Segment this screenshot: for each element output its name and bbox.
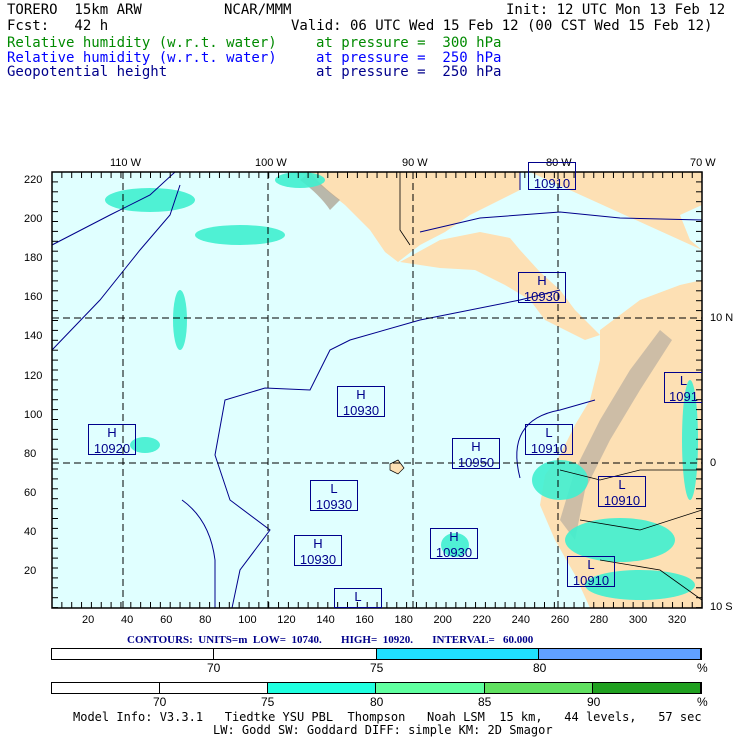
colorbar-label: 75 — [370, 661, 384, 675]
rh300-colorbar — [51, 682, 702, 694]
pressure-center: L 10910 — [525, 424, 573, 455]
x-axis-label: 80 — [199, 614, 212, 626]
colorbar-label: % — [697, 661, 708, 675]
center-value: 10930 — [299, 552, 337, 566]
colorbar-segment — [160, 683, 269, 693]
x-axis-label: 120 — [277, 614, 296, 626]
center-type: H — [107, 425, 117, 440]
lat-label: 10 N — [710, 312, 734, 324]
y-axis-label: 140 — [24, 330, 43, 343]
y-axis-label: 40 — [24, 525, 37, 538]
center-type: H — [313, 536, 323, 551]
center-type: L — [679, 373, 688, 388]
pressure-center: L10930 — [310, 480, 358, 511]
center-type: L — [618, 477, 626, 492]
x-axis-label: 240 — [511, 614, 531, 626]
pressure-center: L10930 — [334, 588, 382, 608]
colorbar-segment — [484, 683, 593, 693]
colorbar-label: 80 — [370, 695, 384, 709]
center-value: 10910 — [572, 573, 610, 587]
center-value: 10920 — [93, 441, 131, 455]
lon-label: 70 W — [690, 157, 716, 169]
center-value: 10910 — [533, 176, 571, 190]
pressure-center: H 10930 — [430, 528, 478, 559]
x-axis-label: 260 — [550, 614, 570, 626]
center-value: 1091 — [669, 389, 698, 403]
y-axis-label: 60 — [24, 486, 37, 499]
pressure-center: H 10920 — [88, 424, 136, 455]
colorbar-label: 75 — [261, 695, 275, 709]
model-physics: LW: Godd SW: Goddard DIFF: simple KM: 2D… — [213, 723, 553, 737]
pressure-center: H 10930 — [294, 535, 342, 566]
center-type: L — [330, 481, 338, 496]
colorbar-label: 90 — [587, 695, 601, 709]
colorbar-label: 70 — [207, 661, 221, 675]
lon-label: 100 W — [255, 157, 287, 169]
center-type: H — [356, 387, 366, 402]
center-value: 10930 — [523, 289, 561, 303]
center-value: 10930 — [342, 403, 380, 417]
center-type: L — [587, 557, 595, 572]
weather-map — [51, 171, 703, 609]
center-value: 10950 — [457, 455, 495, 469]
x-axis-label: 280 — [589, 614, 609, 626]
x-axis-label: 20 — [82, 614, 95, 626]
x-axis-label: 320 — [667, 614, 687, 626]
x-axis-label: 100 — [238, 614, 257, 626]
x-axis-label: 300 — [628, 614, 648, 626]
lon-label: 90 W — [402, 157, 428, 169]
x-axis-label: 180 — [394, 614, 413, 626]
center-value: 10930 — [340, 605, 376, 607]
center-type: H — [471, 439, 481, 454]
center-type: L — [354, 589, 362, 604]
contour-info: CONTOURS: UNITS=m LOW= 10740. HIGH= 1092… — [127, 634, 534, 646]
pressure-center: H 10950 — [452, 438, 500, 469]
colorbar-label: 80 — [533, 661, 547, 675]
colorbar-segment — [376, 683, 485, 693]
colorbar-label: % — [697, 695, 708, 709]
y-axis-label: 180 — [24, 252, 43, 265]
x-axis-label: 60 — [160, 614, 173, 626]
y-axis-label: 100 — [24, 408, 43, 421]
center-value: 10930 — [315, 497, 353, 511]
x-axis-label: 200 — [433, 614, 452, 626]
y-axis-label: 200 — [24, 213, 43, 226]
pressure-center: L 1091 — [664, 372, 702, 403]
y-axis-label: 220 — [24, 174, 43, 186]
y-axis-label: 120 — [24, 369, 43, 382]
x-axis-label: 40 — [121, 614, 134, 626]
colorbar-segment — [376, 649, 539, 659]
center-type: L — [545, 425, 553, 440]
rh250-colorbar — [51, 648, 702, 660]
y-axis-label: 20 — [24, 565, 37, 577]
lat-label: 0 — [710, 457, 717, 469]
colorbar-label: 85 — [478, 695, 492, 709]
pressure-center: H 10930 — [518, 272, 566, 303]
center-value: 10930 — [435, 545, 473, 559]
center-type: H — [537, 273, 547, 288]
colorbar-segment — [52, 683, 161, 693]
pressure-center: H10910 — [528, 162, 576, 190]
x-axis-label: 140 — [316, 614, 335, 626]
center-value: 10910 — [530, 441, 568, 455]
pressure-center: L 10910 — [598, 476, 646, 507]
pressure-center: L 10910 — [567, 556, 615, 587]
colorbar-segment — [592, 683, 701, 693]
colorbar-segment — [52, 649, 215, 659]
center-type: H — [449, 529, 459, 544]
x-axis-label: 220 — [472, 614, 491, 626]
center-value: 10910 — [603, 493, 641, 507]
x-axis-label: 160 — [355, 614, 374, 626]
lat-label: 10 S — [710, 601, 733, 613]
lon-label: 110 W — [110, 157, 141, 169]
y-axis-label: 80 — [24, 447, 37, 460]
y-axis-label: 160 — [24, 291, 43, 304]
colorbar-segment — [214, 649, 377, 659]
colorbar-segment — [268, 683, 377, 693]
colorbar-segment — [538, 649, 701, 659]
pressure-center: H 10930 — [337, 386, 385, 417]
colorbar-label: 70 — [153, 695, 167, 709]
